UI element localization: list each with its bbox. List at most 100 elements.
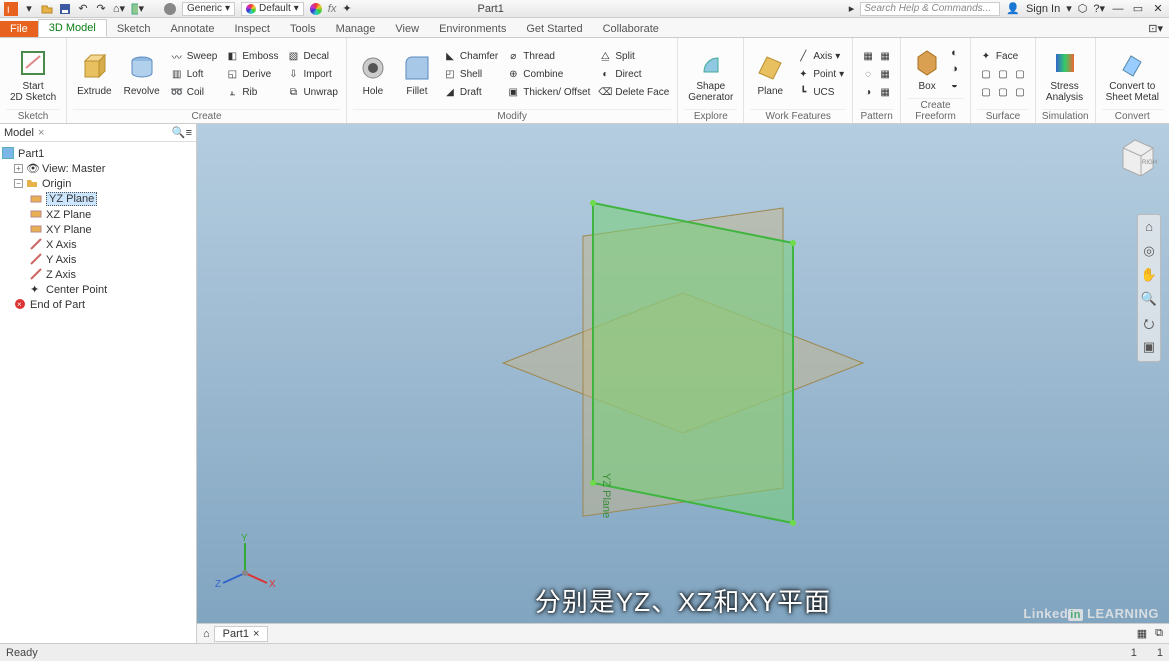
signin-link[interactable]: Sign In [1026,3,1060,15]
hole-button[interactable]: Hole [353,50,393,99]
start-2d-sketch-button[interactable]: Start 2D Sketch [6,45,60,105]
material-dropdown[interactable]: Generic▾ [182,2,235,16]
tab-manage[interactable]: Manage [326,21,386,37]
stress-analysis-button[interactable]: Stress Analysis [1042,45,1087,105]
split-button[interactable]: ⧋Split [596,49,671,65]
surface-b2[interactable]: ▢▢▢ [977,85,1029,101]
sweep-button[interactable]: 〰Sweep [168,49,220,65]
pattern-rect-button[interactable]: ▦▦ [859,49,894,65]
collapse-icon[interactable]: − [14,179,23,188]
loft-button[interactable]: ▥Loft [168,67,220,83]
home-icon[interactable]: ⌂▾ [112,2,126,16]
tab-view[interactable]: View [385,21,429,37]
cloud-icon[interactable]: ⬡ [1078,2,1088,15]
tab-collaborate[interactable]: Collaborate [593,21,669,37]
delete-face-button[interactable]: ⌫Delete Face [596,85,671,101]
tree-xy-plane[interactable]: XY Plane [46,224,92,236]
restore-icon[interactable]: ▭ [1131,2,1145,16]
open-icon[interactable] [40,2,54,16]
cascade-icon[interactable]: ⧉ [1155,627,1163,640]
redo-icon[interactable]: ↷ [94,2,108,16]
color-wheel-icon[interactable] [310,3,322,15]
doc-tab-part1[interactable]: Part1× [214,626,269,642]
freeform-box-button[interactable]: Box [907,45,947,94]
minimize-icon[interactable]: — [1111,2,1125,16]
home-view-icon[interactable]: ⌂ [1140,219,1158,237]
tree-y-axis[interactable]: Y Axis [46,254,76,266]
signin-dropdown-icon[interactable]: ▾ [1066,2,1072,15]
view-cube[interactable]: RIGHT [1113,134,1157,178]
expand-icon[interactable]: + [14,164,23,173]
full-nav-wheel-icon[interactable]: ◎ [1140,243,1158,261]
tile-icon[interactable]: ▦ [1137,627,1147,640]
mirror-button[interactable]: ◑▦ [859,85,894,101]
direct-button[interactable]: ◐Direct [596,67,671,83]
thread-button[interactable]: ⌀Thread [504,49,592,65]
derive-button[interactable]: ◱Derive [223,67,280,83]
tab-3d-model[interactable]: 3D Model [38,19,107,37]
fx-icon[interactable]: fx [328,3,337,15]
zoom-icon[interactable]: 🔍 [1140,291,1158,309]
import-button[interactable]: ⇩Import [284,67,339,83]
close-icon[interactable]: ✕ [1151,2,1165,16]
combine-button[interactable]: ⊕Combine [504,67,592,83]
appearance-dropdown[interactable]: Default▾ [241,2,304,16]
save-icon[interactable] [58,2,72,16]
ribbon-expand-icon[interactable]: ⊡▾ [1142,20,1169,37]
draft-button[interactable]: ◢Draft [441,85,500,101]
freeform-icon[interactable]: ◐ [951,47,958,59]
tab-inspect[interactable]: Inspect [225,21,280,37]
tree-root[interactable]: Part1 [18,148,44,160]
freeform-icon[interactable]: ◑ [951,63,958,75]
tree-xz-plane[interactable]: XZ Plane [46,209,91,221]
axis-button[interactable]: ╱Axis ▾ [794,49,846,65]
doc-home-icon[interactable]: ⌂ [203,628,210,640]
filter-icon[interactable]: ≡ [186,127,192,139]
search-dropdown-icon[interactable]: ▸ [849,2,855,15]
unwrap-button[interactable]: ⧉Unwrap [284,85,339,101]
tab-get-started[interactable]: Get Started [516,21,592,37]
ucs-button[interactable]: ┗UCS [794,85,846,101]
tree-center-point[interactable]: Center Point [46,284,107,296]
decal-button[interactable]: ▧Decal [284,49,339,65]
material-swatch-icon[interactable] [164,3,176,15]
tree-z-axis[interactable]: Z Axis [46,269,76,281]
file-tab[interactable]: File [0,21,38,37]
revolve-button[interactable]: Revolve [120,50,164,99]
browser-close-icon[interactable]: × [38,127,44,139]
shell-button[interactable]: ◰Shell [441,67,500,83]
plus-icon[interactable]: ✦ [342,2,351,15]
freeform-icon[interactable]: ◒ [951,79,958,91]
coil-button[interactable]: ➿Coil [168,85,220,101]
tab-sketch[interactable]: Sketch [107,21,161,37]
surface-b1[interactable]: ▢▢▢ [977,67,1029,83]
point-button[interactable]: ✦Point ▾ [794,67,846,83]
search-icon[interactable]: 🔍 [172,126,186,139]
pan-icon[interactable]: ✋ [1140,267,1158,285]
convert-sheet-metal-button[interactable]: Convert to Sheet Metal [1102,45,1163,105]
tree-origin[interactable]: Origin [42,178,71,190]
undo-icon[interactable]: ↶ [76,2,90,16]
pattern-circ-button[interactable]: ◌▦ [859,67,894,83]
user-icon[interactable]: 👤 [1006,2,1020,15]
surface-face-button[interactable]: ✦Face [977,49,1029,65]
emboss-button[interactable]: ◧Emboss [223,49,280,65]
model-tree[interactable]: Part1 +👁View: Master −Origin YZ Plane XZ… [0,142,196,316]
shape-generator-button[interactable]: Shape Generator [684,45,737,105]
search-input[interactable]: Search Help & Commands... [860,2,1000,16]
plane-button[interactable]: Plane [750,50,790,99]
sheet-icon[interactable]: ▾ [130,2,144,16]
rib-button[interactable]: ⫠Rib [223,85,280,101]
extrude-button[interactable]: Extrude [73,50,115,99]
orbit-icon[interactable]: ⭮ [1140,315,1158,333]
chamfer-button[interactable]: ◣Chamfer [441,49,500,65]
tab-annotate[interactable]: Annotate [160,21,224,37]
look-at-icon[interactable]: ▣ [1140,339,1158,357]
tab-environments[interactable]: Environments [429,21,516,37]
close-tab-icon[interactable]: × [253,628,259,640]
fillet-button[interactable]: Fillet [397,50,437,99]
viewport[interactable]: YZ Plane X Y Z RIGHT ⌂ ◎ ✋ 🔍 ⭮ ▣ ⌂ Part1… [197,124,1169,643]
help-icon[interactable]: ?▾ [1093,2,1105,15]
tree-x-axis[interactable]: X Axis [46,239,77,251]
tree-yz-plane[interactable]: YZ Plane [46,192,97,206]
